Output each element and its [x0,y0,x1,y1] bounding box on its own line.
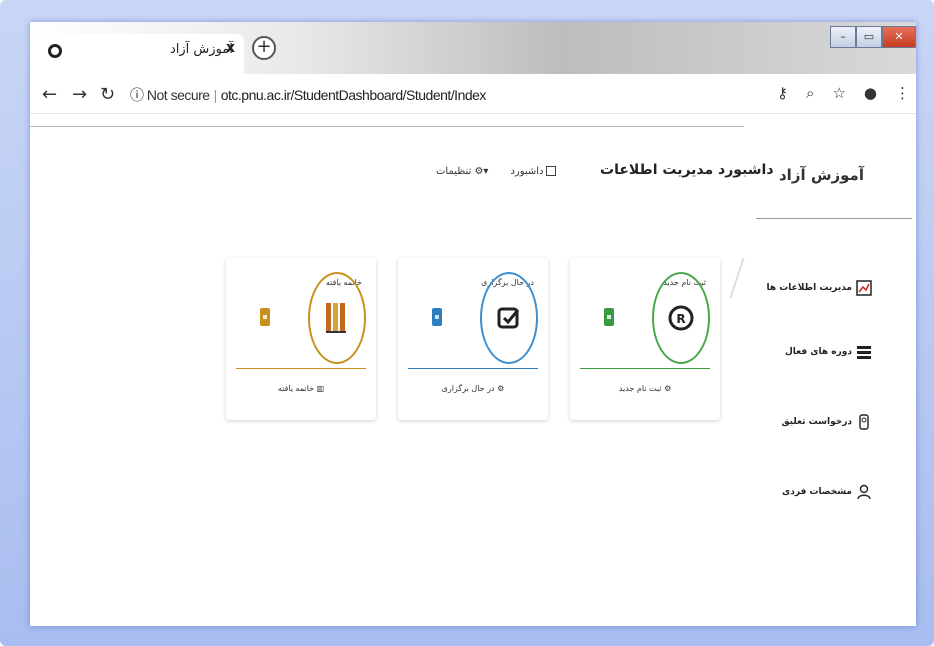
card-divider [408,368,538,369]
tab-title: آموزش آزاد [170,42,233,57]
close-window-icon[interactable]: ✕ [882,26,916,48]
tab-strip: آموزش آزاد x + – ▭ ✕ [30,22,916,74]
status-badge [260,308,270,326]
browser-tab[interactable]: آموزش آزاد x [30,34,244,74]
dashboard-title: داشبورد مدیریت اطلاعات [600,162,774,178]
profile-icon[interactable]: ● [864,84,877,102]
svg-text:R: R [676,312,685,326]
sidebar-item-label: درخواست تعلیق [781,417,852,427]
key-icon[interactable]: ⚷ [777,84,788,102]
sidebar-collapse-chevron-icon[interactable] [729,258,761,298]
url-field[interactable]: ⓘ Not secure | otc.pnu.ac.ir/StudentDashbo… [130,85,486,105]
menu-kebab-icon[interactable]: ⋮ [895,84,910,102]
sidebar-item-active-courses[interactable]: دوره های فعال [785,344,872,360]
address-bar-icons: ⚷ ⌕ ☆ ● ⋮ [777,84,910,102]
brand-underline [756,218,912,219]
site-header: آموزش آزاد داشبورد مدیریت اطلاعات تنظیما… [30,114,916,220]
window-controls: – ▭ ✕ [830,22,916,50]
card-in-progress[interactable]: در حال برگزاری در حال برگزاری ⚙ [398,258,548,420]
sidebar-item-info-management[interactable]: مدیریت اطلاعات ها [766,280,872,296]
status-badge [604,308,614,326]
card-bottom-label: در حال برگزاری ⚙ [441,384,505,393]
badge-icon [859,414,869,430]
card-divider [236,368,366,369]
sidebar-item-label: مدیریت اطلاعات ها [766,283,852,293]
archive-icon [308,272,366,364]
tab-close-icon[interactable]: x [226,40,235,56]
sidebar-item-suspension-request[interactable]: درخواست تعلیق [782,414,872,430]
status-badge [432,308,442,326]
sidebar-item-label: مشخصات فردی [781,487,852,497]
check-icon [480,272,538,364]
back-icon[interactable]: ← [42,84,57,105]
new-tab-button[interactable]: + [252,36,276,60]
zoom-icon[interactable]: ⌕ [806,84,814,102]
site-favicon-icon [48,44,62,58]
nav-dashboard[interactable]: داشبورد [510,166,556,177]
sidebar-item-label: دوره های فعال [784,347,852,357]
card-bottom-label: ثبت نام جدید ⚙ [618,384,672,393]
reload-icon[interactable]: ↻ [100,84,115,105]
registered-icon: R [652,272,710,364]
brand-title[interactable]: آموزش آزاد [779,166,864,184]
sidebar-item-personal-info[interactable]: مشخصات فردی [782,484,872,500]
info-icon[interactable]: ⓘ [130,87,144,103]
chart-icon [856,280,872,296]
card-bottom-label: خاتمه یافته ▥ [277,384,325,393]
address-bar: ← → ↻ ⓘ Not secure | otc.pnu.ac.ir/Student… [30,74,916,114]
browser-window: آموزش آزاد x + – ▭ ✕ ← → ↻ ⓘ Not secure |… [30,22,916,626]
header-nav: تنظیمات ⚙▾ داشبورد [436,166,556,177]
maximize-icon[interactable]: ▭ [856,26,882,48]
forward-icon[interactable]: → [72,84,87,105]
not-secure-label: Not secure [146,87,210,103]
card-divider [580,368,710,369]
header-divider [30,126,744,127]
nav-settings[interactable]: تنظیمات ⚙▾ [436,166,488,177]
dashboard-icon [545,166,556,176]
card-new-registration[interactable]: ثبت نام جدید R ثبت نام جدید ⚙ [570,258,720,420]
card-completed[interactable]: خاتمه یافته خاتمه یافته ▥ [226,258,376,420]
user-icon [857,484,871,500]
url-text: otc.pnu.ac.ir/StudentDashboard/Student/I… [220,87,487,103]
list-icon [857,346,871,359]
star-icon[interactable]: ☆ [832,84,845,102]
minimize-icon[interactable]: – [830,26,856,48]
